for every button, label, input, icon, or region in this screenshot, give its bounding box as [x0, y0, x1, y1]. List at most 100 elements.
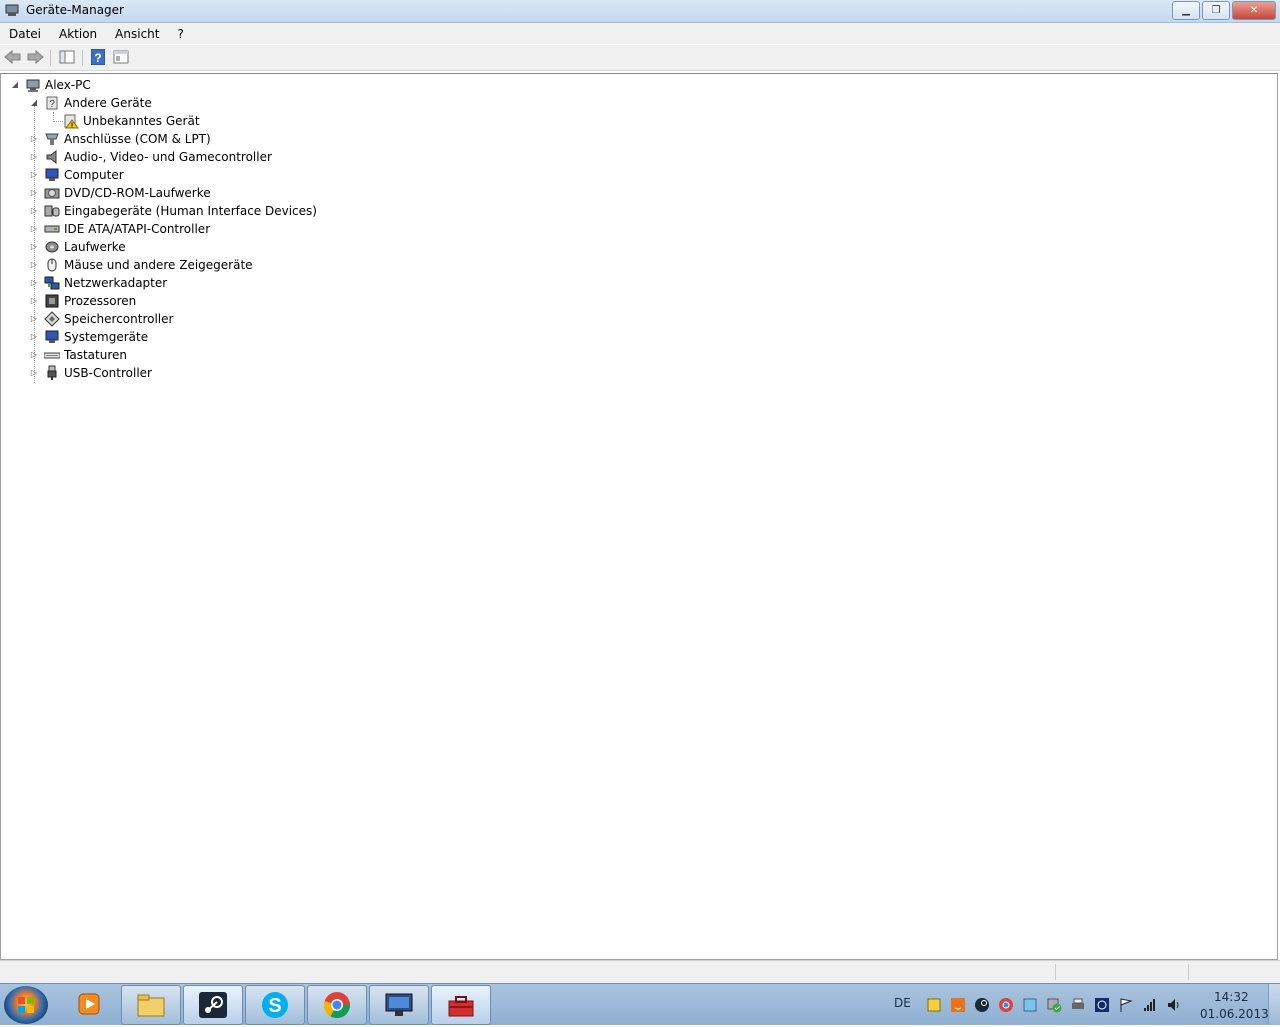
tree-item-audio[interactable]: ▷ Audio-, Video- und Gamecontroller [1, 148, 321, 166]
expand-icon[interactable]: ▷ [30, 189, 38, 197]
taskbar-skype[interactable]: S [245, 985, 305, 1025]
tray-chrome-icon[interactable] [998, 997, 1014, 1013]
tree-item-andere-geraete[interactable]: ◢ ? Andere Geräte [1, 94, 301, 112]
close-button[interactable]: ✕ [1232, 1, 1276, 20]
expand-icon[interactable]: ▷ [30, 315, 38, 323]
expand-icon[interactable]: ▷ [30, 243, 38, 251]
tray-steam-icon[interactable] [974, 997, 990, 1013]
tree-item-eingabegeraete[interactable]: ▷ Eingabegeräte (Human Interface Devices… [1, 202, 321, 220]
tree-item-label: Laufwerke [64, 240, 126, 254]
tray-notes-icon[interactable] [926, 997, 942, 1013]
chrome-icon [323, 992, 351, 1019]
tree-item-label: Anschlüsse (COM & LPT) [64, 132, 211, 146]
tree-item-unbekanntes-geraet[interactable]: ! Unbekanntes Gerät [1, 112, 301, 130]
tray-printer-icon[interactable] [1070, 997, 1086, 1013]
tree-item-label: Audio-, Video- und Gamecontroller [64, 150, 272, 164]
tray-app-icon[interactable] [1094, 997, 1110, 1013]
toolbar: ? [0, 45, 1280, 71]
mouse-icon [47, 258, 57, 272]
expand-icon[interactable]: ▷ [30, 333, 38, 341]
folder-icon [137, 994, 165, 1017]
expand-icon[interactable]: ▷ [30, 261, 38, 269]
root-label: Alex-PC [45, 78, 91, 92]
tree-item-label: Tastaturen [64, 348, 127, 362]
device-tree: ◢ Alex-PC ◢ ? Andere Geräte ! Unbekannte… [0, 73, 1278, 960]
tree-item-label: Netzwerkadapter [64, 276, 168, 290]
clock-time[interactable]: 14:32 [1214, 990, 1249, 1004]
taskbar: S DE 14:32 01.06.2013 [0, 983, 1280, 1025]
expand-icon[interactable]: ▷ [30, 171, 38, 179]
tree-item-tastaturen[interactable]: ▷ Tastaturen [1, 346, 321, 364]
taskbar-explorer[interactable] [121, 985, 181, 1025]
taskbar-chrome[interactable] [307, 985, 367, 1025]
console-tree-icon [59, 50, 75, 64]
taskbar-device-manager[interactable] [431, 985, 491, 1025]
skype-icon: S [262, 992, 288, 1018]
svg-text:?: ? [49, 99, 55, 110]
tree-item-computer[interactable]: ▷ Computer [1, 166, 321, 184]
properties-view-button[interactable] [112, 49, 130, 65]
windows-logo-icon [18, 997, 34, 1013]
status-bar [0, 960, 1280, 983]
tree-item-maeuse[interactable]: ▷ Mäuse und andere Zeigegeräte [1, 256, 321, 274]
device-manager-icon [5, 4, 19, 16]
minimize-icon: ▁ [1182, 5, 1190, 16]
expand-icon[interactable]: ▷ [30, 369, 38, 377]
taskbar-media-player[interactable] [60, 985, 118, 1023]
menu-bar: Datei Aktion Ansicht ? [0, 23, 1280, 44]
volume-icon[interactable] [1166, 997, 1182, 1013]
tray-network-icon[interactable] [1022, 997, 1038, 1013]
expand-icon[interactable]: ▷ [30, 351, 38, 359]
show-hide-console-tree-button[interactable] [58, 49, 76, 65]
collapse-icon[interactable]: ◢ [30, 99, 38, 107]
show-desktop-button[interactable] [1268, 984, 1280, 1025]
help-icon: ? [91, 49, 105, 65]
restore-button[interactable]: ❐ [1202, 1, 1230, 20]
tree-item-usb-controller[interactable]: ▷ USB-Controller [1, 364, 321, 382]
taskbar-steam[interactable] [183, 985, 243, 1025]
steam-icon [199, 992, 227, 1018]
expand-icon[interactable]: ▷ [30, 279, 38, 287]
flag-icon[interactable] [1118, 997, 1134, 1013]
tree-item-ide[interactable]: ▷ IDE ATA/ATAPI-Controller [1, 220, 321, 238]
expand-icon[interactable]: ▷ [30, 153, 38, 161]
tree-item-anschluesse[interactable]: ▷ Anschlüsse (COM & LPT) [1, 130, 321, 148]
svg-text:?: ? [94, 51, 101, 65]
tree-item-netzwerkadapter[interactable]: ▷ Netzwerkadapter [1, 274, 321, 292]
forward-button[interactable] [26, 49, 44, 65]
menu-ansicht[interactable]: Ansicht [106, 27, 168, 41]
speaker-icon [46, 149, 57, 165]
back-button[interactable] [4, 49, 22, 65]
taskbar-remote-desktop[interactable] [369, 985, 429, 1025]
title-bar: Geräte-Manager ▁ ❐ ✕ [0, 0, 1280, 23]
tree-item-speichercontroller[interactable]: ▷ Speichercontroller [1, 310, 321, 328]
tray-java-icon[interactable] [950, 997, 966, 1013]
expand-icon[interactable]: ▷ [30, 225, 38, 233]
usb-icon [47, 365, 57, 380]
tree-item-prozessoren[interactable]: ▷ Prozessoren [1, 292, 321, 310]
menu-datei[interactable]: Datei [0, 27, 50, 41]
expand-icon[interactable]: ▷ [30, 207, 38, 215]
computer-icon [26, 79, 40, 92]
collapse-icon[interactable]: ◢ [11, 81, 19, 89]
tree-item-systemgeraete[interactable]: ▷ Systemgeräte [1, 328, 321, 346]
menu-help[interactable]: ? [168, 27, 192, 41]
tree-item-laufwerke[interactable]: ▷ Laufwerke [1, 238, 321, 256]
clock-date[interactable]: 01.06.2013 [1200, 1007, 1269, 1021]
tree-item-label: Prozessoren [64, 294, 137, 308]
tree-item-label: Computer [64, 168, 124, 182]
tree-root[interactable]: ◢ Alex-PC [1, 76, 301, 94]
close-icon: ✕ [1249, 5, 1259, 16]
start-button[interactable] [4, 986, 48, 1024]
warning-device-icon: ! [64, 114, 79, 129]
expand-icon[interactable]: ▷ [30, 135, 38, 143]
language-indicator[interactable]: DE [894, 996, 911, 1010]
monitor-icon [385, 993, 413, 1016]
tree-item-dvd[interactable]: ▷ DVD/CD-ROM-Laufwerke [1, 184, 321, 202]
minimize-button[interactable]: ▁ [1172, 1, 1200, 20]
wifi-signal-icon[interactable] [1142, 997, 1158, 1013]
help-button[interactable]: ? [89, 49, 107, 65]
menu-aktion[interactable]: Aktion [50, 27, 106, 41]
expand-icon[interactable]: ▷ [30, 297, 38, 305]
tray-security-icon[interactable] [1046, 997, 1062, 1013]
